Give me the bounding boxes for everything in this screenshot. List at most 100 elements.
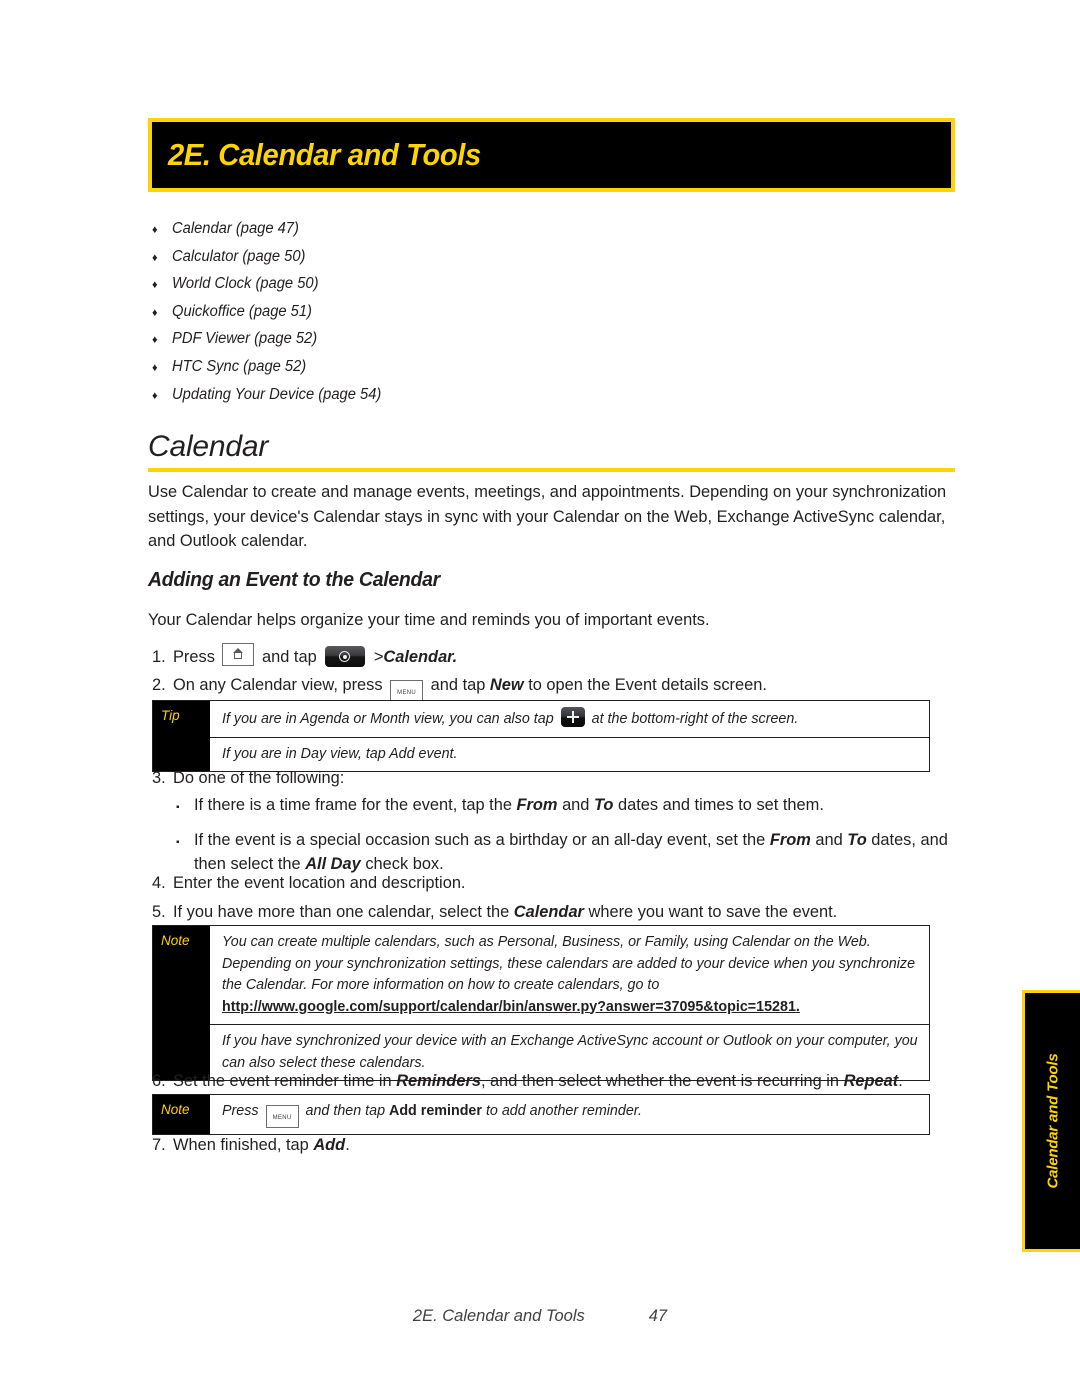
section-heading-block: Calendar — [148, 430, 955, 472]
step-number: 7. — [152, 1136, 166, 1154]
step-2: 2. On any Calendar view, press menu and … — [152, 673, 962, 703]
step-5-part-b: Calendar — [513, 903, 584, 921]
tip-row-1-part-b: at the bottom-right of the screen. — [591, 711, 799, 727]
sub1-c: and — [562, 796, 590, 814]
step-7-part-a: When finished, tap — [173, 1136, 309, 1154]
sublist-item-2-text: If the event is a special occasion such … — [194, 828, 962, 876]
intro-paragraph: Use Calendar to create and manage events… — [148, 483, 947, 551]
callout-body: You can create multiple calendars, such … — [210, 926, 929, 1080]
step-number: 3. — [152, 769, 166, 787]
step-7-part-b: Add — [313, 1136, 346, 1154]
diamond-bullet-icon: ♦ — [152, 251, 158, 264]
step-6-part-c: , and then select whether the event is r… — [480, 1072, 840, 1090]
step-number: 4. — [152, 874, 166, 892]
note-callout-2: Note Press menu and then tap Add reminde… — [152, 1094, 930, 1135]
list-item[interactable]: ♦ World Clock (page 50) — [152, 271, 652, 299]
diamond-bullet-icon: ♦ — [152, 389, 158, 402]
list-item[interactable]: ♦ Updating Your Device (page 54) — [152, 382, 652, 410]
page-number: 47 — [648, 1307, 668, 1325]
app-launcher-icon[interactable] — [325, 646, 366, 667]
page-footer: 2E. Calendar and Tools 47 — [0, 1307, 1080, 1326]
sub1-b: From — [516, 796, 558, 814]
callout-label: Note — [153, 926, 210, 1080]
step-7-part-c: . — [345, 1136, 350, 1154]
heading-underline — [148, 468, 955, 472]
side-tab-label: Calendar and Tools — [1044, 1053, 1061, 1189]
step-6-part-e: . — [898, 1072, 903, 1090]
step-1-part-a: Press — [173, 648, 215, 666]
sub1-a: If there is a time frame for the event, … — [194, 796, 512, 814]
callout-body: If you are in Agenda or Month view, you … — [210, 701, 929, 771]
sub2-a: If the event is a special occasion such … — [194, 831, 766, 850]
sublist-item-1-text: If there is a time frame for the event, … — [194, 793, 962, 817]
list-item[interactable]: ♦ Calculator (page 50) — [152, 244, 652, 272]
list-item: ▪ If the event is a special occasion suc… — [176, 828, 962, 876]
step-number: 2. — [152, 676, 166, 694]
step-1: 1. Press and tap >Calendar. — [152, 643, 962, 670]
step-2-part-b: and tap — [430, 676, 486, 694]
toc-item-label: HTC Sync (page 52) — [172, 357, 307, 375]
list-item: ▪ If there is a time frame for the event… — [176, 793, 962, 820]
note2-part-b: and then tap — [305, 1103, 386, 1119]
step-7: 7. When finished, tap Add. — [152, 1133, 962, 1158]
chapter-header-bar: 2E. Calendar and Tools — [148, 118, 955, 192]
step-text: Set the event reminder time in Reminders… — [173, 1069, 962, 1094]
step-1-part-d: Calendar. — [383, 648, 458, 666]
home-key-icon[interactable] — [222, 643, 255, 666]
toc-item-label: Updating Your Device (page 54) — [172, 385, 382, 403]
google-calendar-help-link[interactable]: http://www.google.com/support/calendar/b… — [222, 999, 800, 1015]
step-text: Do one of the following: — [173, 769, 345, 787]
step-6-part-b: Reminders — [396, 1072, 481, 1090]
toc-item-label: World Clock (page 50) — [172, 275, 319, 293]
menu-key-icon[interactable]: menu — [265, 1105, 299, 1128]
step-text: Press and tap >Calendar. — [173, 643, 962, 670]
page-title: Calendar — [148, 430, 269, 463]
list-item[interactable]: ♦ HTC Sync (page 52) — [152, 354, 652, 382]
list-item[interactable]: ♦ PDF Viewer (page 52) — [152, 326, 652, 354]
step-3: 3. Do one of the following: — [152, 766, 962, 791]
step-2-part-d: to open the Event details screen. — [528, 676, 767, 694]
step-text: On any Calendar view, press menu and tap… — [173, 673, 962, 703]
toc-item-label: Quickoffice (page 51) — [172, 302, 312, 320]
callout-label: Tip — [153, 701, 210, 771]
diamond-bullet-icon: ♦ — [152, 224, 158, 236]
step-6: 6. Set the event reminder time in Remind… — [152, 1069, 962, 1094]
step-text: If you have more than one calendar, sele… — [173, 900, 962, 925]
callout-label: Note — [153, 1095, 210, 1134]
step-5: 5. If you have more than one calendar, s… — [152, 900, 962, 925]
toc-item-label: Calculator (page 50) — [172, 247, 306, 265]
step-5-part-a: If you have more than one calendar, sele… — [173, 903, 510, 921]
chapter-title: 2E. Calendar and Tools — [167, 137, 481, 172]
tip-row-1-part-a: If you are in Agenda or Month view, you … — [222, 711, 554, 727]
diamond-bullet-icon: ♦ — [152, 306, 158, 319]
step-1-part-c: > — [373, 648, 384, 666]
step-4: 4. Enter the event location and descript… — [152, 871, 962, 896]
note-row-1: You can create multiple calendars, such … — [210, 926, 929, 1024]
list-item[interactable]: ♦ Calendar (page 47) — [152, 216, 652, 244]
note-callout: Note You can create multiple calendars, … — [152, 925, 930, 1081]
step-2-part-a: On any Calendar view, press — [173, 676, 383, 694]
diamond-bullet-icon: ♦ — [152, 361, 158, 374]
plus-button-icon[interactable] — [560, 707, 585, 727]
step-1-part-b: and tap — [262, 648, 317, 666]
step-6-part-d: Repeat — [843, 1072, 899, 1090]
lead-paragraph: Your Calendar helps organize your time a… — [148, 611, 710, 629]
toc-item-label: Calendar (page 47) — [172, 220, 299, 237]
note2-part-a: Press — [222, 1103, 259, 1119]
note2-part-d: to add another reminder. — [485, 1103, 642, 1119]
square-bullet-icon: ▪ — [176, 802, 180, 813]
step-number: 1. — [152, 648, 166, 666]
step-6-part-a: Set the event reminder time in — [173, 1072, 392, 1090]
diamond-bullet-icon: ♦ — [152, 334, 158, 347]
diamond-bullet-icon: ♦ — [152, 279, 158, 292]
sub1-d: To — [593, 796, 614, 814]
list-item[interactable]: ♦ Quickoffice (page 51) — [152, 299, 652, 327]
note2-part-c: Add reminder — [389, 1103, 482, 1119]
step-number: 5. — [152, 903, 166, 921]
sub2-b: From — [769, 831, 811, 850]
toc-item-label: PDF Viewer (page 52) — [172, 330, 318, 348]
note-row-1-text: You can create multiple calendars, such … — [222, 934, 916, 993]
tip-row-1: If you are in Agenda or Month view, you … — [210, 701, 929, 737]
step-number: 6. — [152, 1072, 166, 1090]
step-5-part-c: where you want to save the event. — [588, 903, 838, 921]
